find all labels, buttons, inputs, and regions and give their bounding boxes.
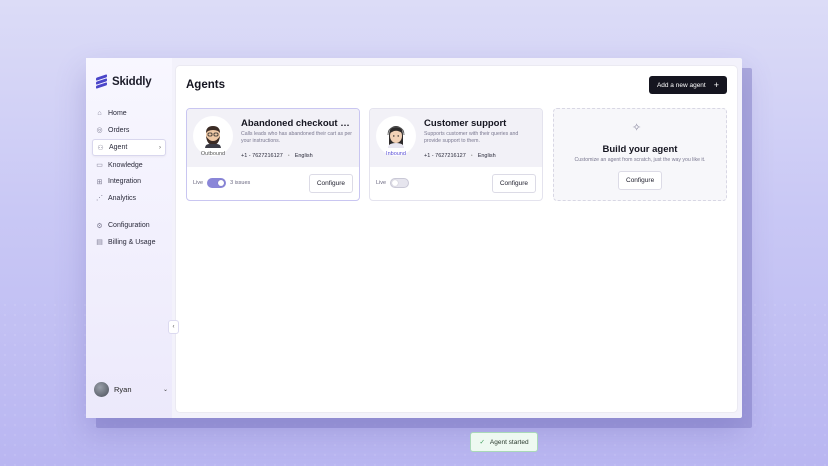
- sidebar-item-label: Knowledge: [108, 161, 143, 169]
- sidebar-item-label: Home: [108, 110, 127, 117]
- sidebar-item-analytics[interactable]: ⋰ Analytics: [92, 191, 166, 206]
- chevron-right-icon: ›: [159, 144, 161, 151]
- build-agent-card[interactable]: ✧ Build your agent Customize an agent fr…: [553, 108, 727, 201]
- bearded-man-avatar-icon: [205, 126, 221, 148]
- card-footer: Live 3 issues Configure: [193, 173, 353, 193]
- agent-name: Abandoned checkout agent: [241, 118, 353, 129]
- dot-separator: •: [470, 153, 473, 159]
- app-window: Skiddly ⌂ Home ◎ Orders ⚇ Agent › ▭ Know…: [86, 58, 742, 452]
- toast-message: Agent started: [489, 438, 529, 446]
- sidebar-item-configuration[interactable]: ⚙ Configuration: [92, 218, 166, 233]
- live-label: Live: [193, 180, 204, 186]
- agent-meta: +1 - 7627216127 • English: [424, 153, 496, 159]
- woman-headset-avatar-icon: [387, 126, 405, 148]
- sidebar-item-integration[interactable]: ⊞ Integration: [92, 174, 166, 189]
- agent-phone: +1 - 7627216127: [241, 153, 283, 159]
- plus-icon: +: [713, 79, 719, 90]
- sidebar-item-billing[interactable]: ▤ Billing & Usage: [92, 235, 166, 250]
- agent-card[interactable]: Inbound Customer support Supports custom…: [369, 108, 543, 201]
- dot-separator: •: [287, 153, 290, 159]
- sidebar-nav: ⌂ Home ◎ Orders ⚇ Agent › ▭ Knowledge ⊞ …: [92, 106, 166, 251]
- check-icon: ✓: [479, 439, 485, 446]
- agent-meta: +1 - 7627216127 • English: [241, 153, 313, 159]
- chart-icon: ⋰: [96, 195, 103, 202]
- agent-avatar: [376, 116, 416, 156]
- main-panel: Agents Add a new agent + Outbound Abando…: [175, 65, 738, 452]
- chevron-left-icon: ‹: [172, 324, 175, 330]
- agent-direction: Outbound: [200, 151, 226, 157]
- live-toggle[interactable]: [207, 178, 227, 188]
- user-name: Ryan: [114, 384, 132, 394]
- agent-direction: Inbound: [386, 151, 406, 157]
- sidebar-item-home[interactable]: ⌂ Home: [92, 106, 166, 121]
- live-label: Live: [376, 180, 387, 186]
- sparkle-icon: ✧: [632, 122, 642, 134]
- toggle-knob: [218, 180, 225, 186]
- issues-count[interactable]: 3 issues: [230, 180, 250, 186]
- toast-notification: ✓ Agent started: [470, 432, 538, 452]
- card-header: Outbound Abandoned checkout agent Calls …: [187, 109, 359, 167]
- configure-button[interactable]: Configure: [491, 173, 536, 193]
- agent-description: Supports customer with their queries and…: [424, 131, 519, 144]
- sidebar-item-orders[interactable]: ◎ Orders: [92, 123, 166, 138]
- agent-avatar: [193, 116, 233, 156]
- agent-phone: +1 - 7627216127: [424, 153, 466, 159]
- grid-icon: ⊞: [96, 178, 103, 186]
- user-icon: ⚇: [97, 144, 104, 152]
- live-toggle[interactable]: [390, 178, 410, 188]
- sidebar-item-label: Analytics: [108, 194, 137, 202]
- agent-name: Customer support: [424, 118, 507, 129]
- sidebar-item-label: Orders: [108, 126, 130, 134]
- home-icon: ⌂: [97, 110, 102, 117]
- chevron-down-icon: ⌄: [162, 386, 168, 393]
- agent-card[interactable]: Outbound Abandoned checkout agent Calls …: [186, 108, 360, 201]
- orders-icon: ◎: [96, 127, 103, 134]
- toggle-knob: [392, 180, 399, 186]
- sidebar-item-agent[interactable]: ⚇ Agent ›: [92, 139, 166, 156]
- agent-language: English: [294, 153, 313, 159]
- sidebar-item-label: Agent: [109, 144, 128, 151]
- agent-language: English: [477, 153, 496, 159]
- gear-icon: ⚙: [96, 222, 103, 230]
- user-menu[interactable]: Ryan ⌄: [94, 380, 168, 398]
- configure-button[interactable]: Configure: [618, 171, 663, 190]
- billing-icon: ▤: [96, 239, 103, 246]
- card-header: Inbound Customer support Supports custom…: [370, 109, 542, 167]
- agent-description: Calls leads who has abandoned their cart…: [241, 131, 353, 144]
- sidebar-item-knowledge[interactable]: ▭ Knowledge: [92, 158, 166, 173]
- avatar: [94, 381, 109, 397]
- add-agent-label: Add a new agent: [656, 81, 706, 89]
- logo-icon: [96, 74, 107, 89]
- sidebar: Skiddly ⌂ Home ◎ Orders ⚇ Agent › ▭ Know…: [86, 58, 172, 418]
- sidebar-item-label: Integration: [108, 178, 142, 185]
- build-agent-title: Build your agent: [602, 144, 678, 155]
- page-title: Agents: [186, 79, 225, 91]
- configure-button[interactable]: Configure: [308, 173, 353, 193]
- sidebar-item-label: Configuration: [108, 222, 150, 229]
- add-agent-button[interactable]: Add a new agent +: [648, 76, 727, 94]
- card-footer: Live Configure: [376, 173, 536, 193]
- book-icon: ▭: [96, 162, 103, 169]
- app-name: Skiddly: [112, 75, 152, 88]
- logo[interactable]: Skiddly: [96, 74, 152, 89]
- sidebar-item-label: Billing & Usage: [108, 238, 156, 246]
- collapse-sidebar-button[interactable]: ‹: [168, 320, 179, 334]
- build-agent-description: Customize an agent from scratch, just th…: [574, 157, 706, 163]
